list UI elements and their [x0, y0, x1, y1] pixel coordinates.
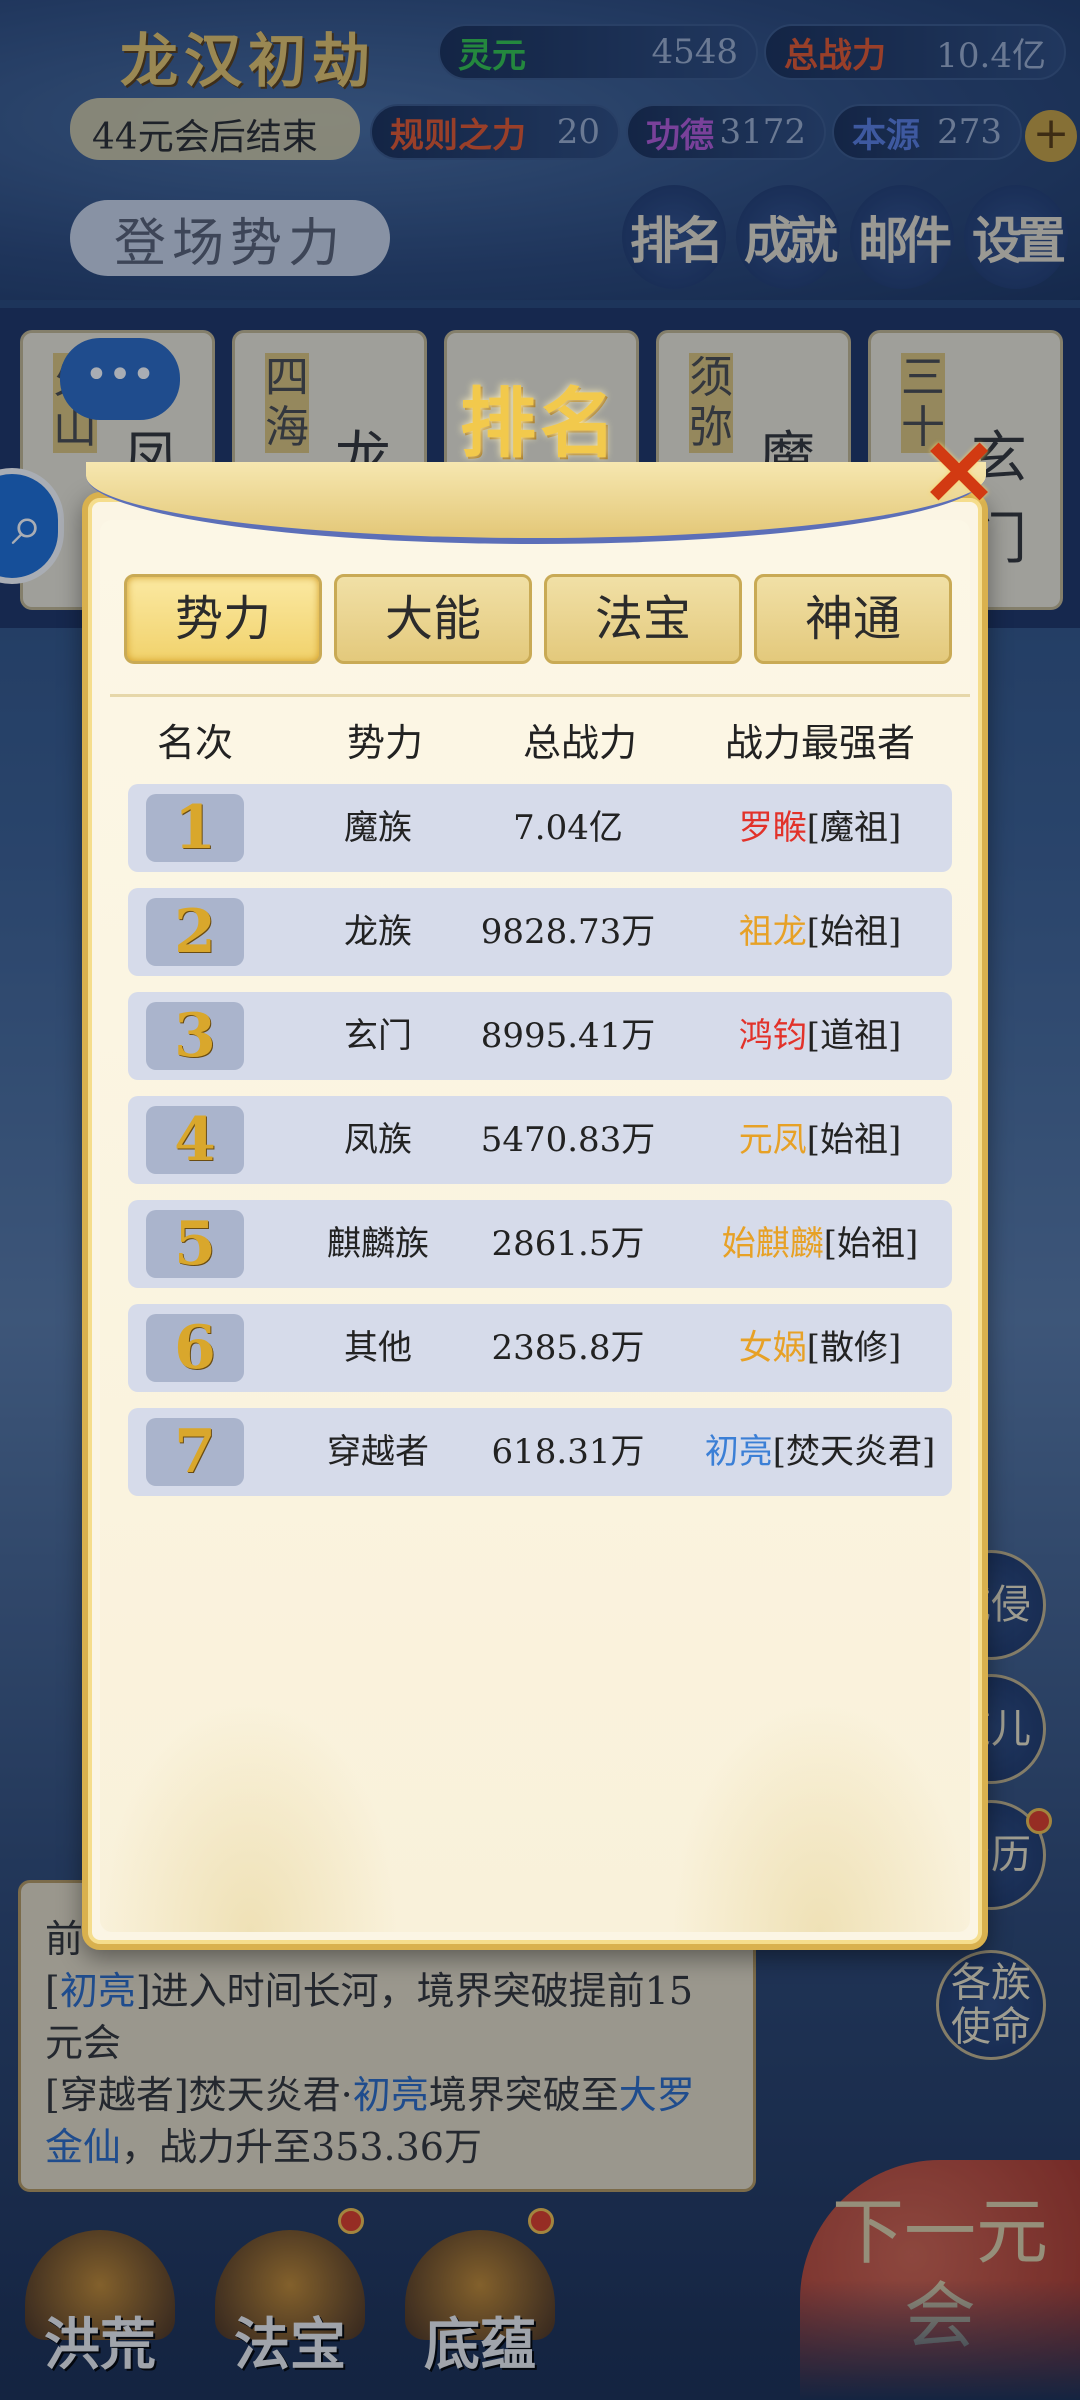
table-row[interactable]: 5 麒麟族 2861.5万 始麒麟[始祖]: [128, 1200, 952, 1288]
power-cell: 5470.83万: [480, 1120, 656, 1160]
strongest-name: 初亮: [704, 1432, 773, 1472]
rank-badge: 1: [146, 794, 244, 862]
table-row[interactable]: 2 龙族 9828.73万 祖龙[始祖]: [128, 888, 952, 976]
rank-badge: 2: [146, 898, 244, 966]
faction-cell: 其他: [344, 1328, 412, 1368]
col-header-power: 总战力: [522, 721, 637, 765]
tab-great-power[interactable]: 大能: [334, 574, 532, 664]
table-row[interactable]: 7 穿越者 618.31万 初亮[焚天炎君]: [128, 1408, 952, 1496]
table-row[interactable]: 1 魔族 7.04亿 罗睺[魔祖]: [128, 784, 952, 872]
decor-swirl: [100, 1702, 400, 1932]
faction-cell: 穿越者: [327, 1432, 429, 1472]
strongest-name: 罗睺: [738, 808, 807, 848]
power-cell: 8995.41万: [480, 1016, 656, 1056]
tab-supernatural[interactable]: 神通: [754, 574, 952, 664]
strongest-cell: 鸿钧[道祖]: [688, 992, 952, 1080]
rank-badge: 7: [146, 1418, 244, 1486]
strongest-title: [始祖]: [823, 1224, 919, 1264]
strongest-name: 始麒麟: [721, 1224, 824, 1264]
faction-cell: 魔族: [344, 808, 412, 848]
decor-swirl: [670, 1702, 970, 1932]
strongest-title: [魔祖]: [806, 808, 902, 848]
rank-badge: 5: [146, 1210, 244, 1278]
strongest-cell: 始麒麟[始祖]: [688, 1200, 952, 1288]
strongest-title: [焚天炎君]: [772, 1432, 936, 1472]
strongest-cell: 元凤[始祖]: [688, 1096, 952, 1184]
rank-badge: 4: [146, 1106, 244, 1174]
ranking-tabs: 势力 大能 法宝 神通: [124, 574, 956, 666]
strongest-cell: 祖龙[始祖]: [688, 888, 952, 976]
divider: [110, 694, 970, 697]
table-row[interactable]: 4 凤族 5470.83万 元凤[始祖]: [128, 1096, 952, 1184]
faction-cell: 玄门: [344, 1016, 412, 1056]
col-header-strongest: 战力最强者: [724, 721, 915, 765]
strongest-title: [始祖]: [806, 1120, 902, 1160]
rank-badge: 6: [146, 1314, 244, 1382]
table-row[interactable]: 3 玄门 8995.41万 鸿钧[道祖]: [128, 992, 952, 1080]
rank-badge: 3: [146, 1002, 244, 1070]
power-cell: 7.04亿: [513, 808, 623, 848]
modal-title: 排名: [460, 379, 620, 468]
faction-cell: 凤族: [344, 1120, 412, 1160]
tab-faction[interactable]: 势力: [124, 574, 322, 664]
strongest-cell: 初亮[焚天炎君]: [688, 1408, 952, 1496]
close-icon[interactable]: ✕: [918, 427, 1000, 519]
col-header-rank: 名次: [156, 721, 233, 765]
strongest-name: 祖龙: [738, 912, 807, 952]
table-row[interactable]: 6 其他 2385.8万 女娲[散修]: [128, 1304, 952, 1392]
faction-cell: 麒麟族: [327, 1224, 429, 1264]
power-cell: 2385.8万: [491, 1328, 645, 1368]
strongest-title: [道祖]: [806, 1016, 902, 1056]
strongest-name: 女娲: [738, 1328, 807, 1368]
faction-cell: 龙族: [344, 912, 412, 952]
strongest-name: 鸿钧: [738, 1016, 807, 1056]
power-cell: 618.31万: [491, 1432, 645, 1472]
col-header-faction: 势力: [346, 721, 423, 765]
strongest-name: 元凤: [738, 1120, 807, 1160]
power-cell: 2861.5万: [491, 1224, 645, 1264]
strongest-cell: 罗睺[魔祖]: [688, 784, 952, 872]
strongest-title: [始祖]: [806, 912, 902, 952]
strongest-title: [散修]: [806, 1328, 902, 1368]
power-cell: 9828.73万: [480, 912, 656, 952]
strongest-cell: 女娲[散修]: [688, 1304, 952, 1392]
tab-treasure[interactable]: 法宝: [544, 574, 742, 664]
